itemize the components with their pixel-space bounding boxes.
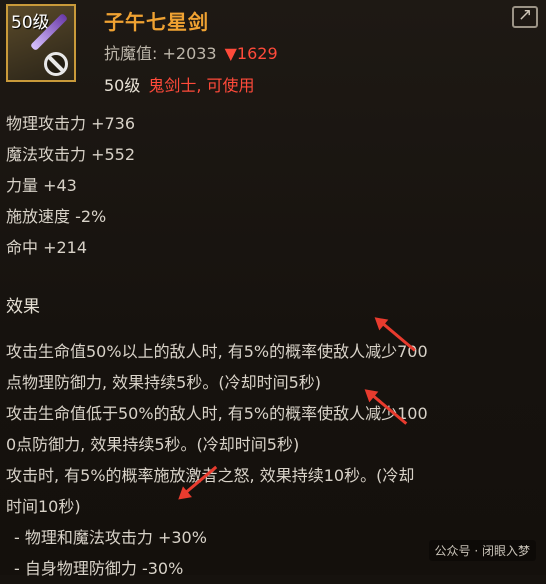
stat-line: 力量 +43 (6, 176, 77, 195)
effect-line: 0点防御力, 效果持续5秒。(冷却时间5秒) (6, 435, 300, 454)
resist-decrease: ▼1629 (224, 44, 278, 63)
usage-requirement: 50级 鬼剑士, 可使用 (104, 72, 255, 96)
watermark: 公众号 · 闭眼入梦 (428, 540, 536, 561)
stat-line: 命中 +214 (6, 238, 88, 257)
item-icon[interactable]: 50级 (6, 4, 76, 82)
item-level-tag: 50级 (11, 13, 50, 33)
forbidden-icon (44, 52, 68, 76)
stat-line: 施放速度 -2% (6, 207, 107, 226)
stat-line: 物理攻击力 +736 (6, 114, 136, 133)
share-icon[interactable] (512, 5, 538, 28)
stat-line: 魔法攻击力 +552 (6, 145, 136, 164)
item-tooltip: 50级 子午七星剑 抗魔值: +2033▼1629 50级鬼剑士, 可使用 物理… (0, 0, 546, 578)
effect-line: 攻击生命值低于50%的敌人时, 有5%的概率使敌人减少100 (6, 404, 428, 423)
stat-list: 物理攻击力 +736 魔法攻击力 +552 力量 +43 施放速度 -2% 命中… (6, 108, 135, 263)
item-name: 子午七星剑 (104, 10, 209, 34)
effect-line: 攻击时, 有5%的概率施放激者之怒, 效果持续10秒。(冷却 (6, 466, 415, 485)
required-level: 50级 (104, 76, 141, 95)
resist-label: 抗魔值: +2033 (104, 44, 217, 63)
effect-line: 时间10秒) (6, 497, 81, 516)
required-class: 鬼剑士, 可使用 (148, 76, 255, 95)
effect-line: 攻击生命值50%以上的敌人时, 有5%的概率使敌人减少700 (6, 342, 428, 361)
effect-line: 点物理防御力, 效果持续5秒。(冷却时间5秒) (6, 373, 322, 392)
effects-title: 效果 (6, 297, 40, 317)
resist-value: 抗魔值: +2033 ▼1629 (104, 40, 278, 64)
